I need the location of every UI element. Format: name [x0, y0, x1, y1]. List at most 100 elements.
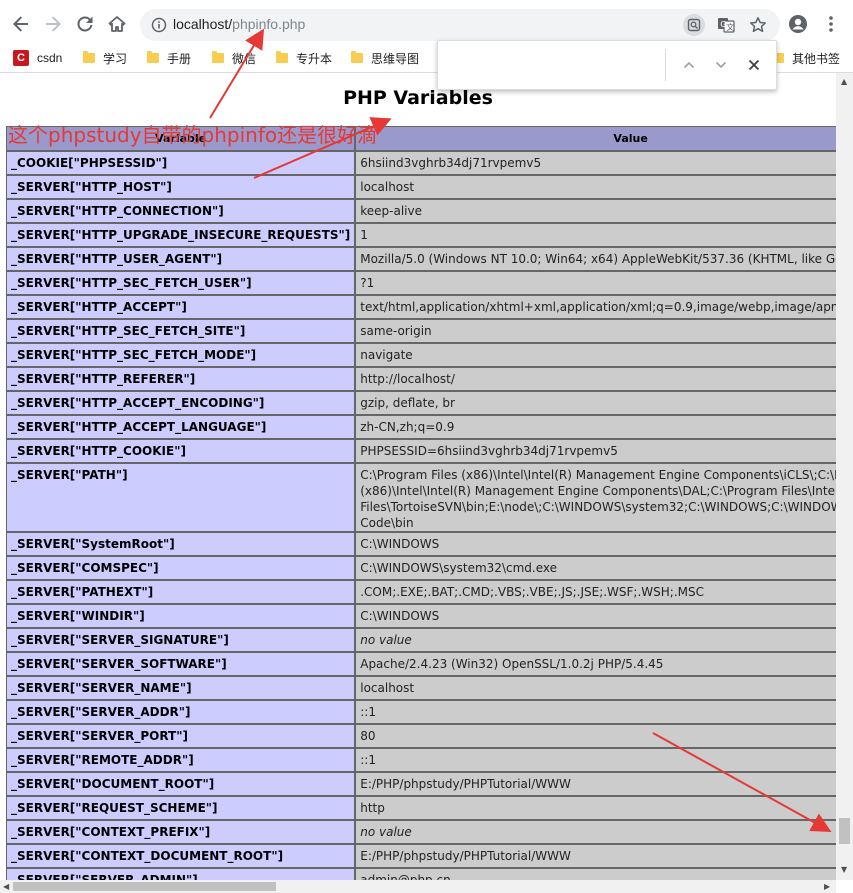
bookmark-folder-study[interactable]: 学习	[83, 48, 127, 68]
table-row: _SERVER["SERVER_ADDR"]::1	[6, 700, 836, 724]
variable-value-cell: keep-alive	[355, 199, 836, 223]
info-icon[interactable]	[151, 17, 167, 33]
variable-value-cell: .COM;.EXE;.BAT;.CMD;.VBS;.VBE;.JS;.JSE;.…	[355, 580, 836, 604]
variable-value-cell: no value	[355, 820, 836, 844]
find-bar	[437, 40, 777, 90]
bookmark-folder-wechat[interactable]: 微信	[212, 48, 256, 68]
variable-name-cell: _SERVER["SERVER_PORT"]	[6, 724, 356, 748]
page-content: PHP Variables 这个phpstudy自带的phpinfo还是很好滴 …	[0, 73, 836, 880]
address-bar[interactable]: localhost/phpinfo.php G文	[140, 9, 780, 41]
menu-icon[interactable]	[820, 13, 842, 35]
table-row: _SERVER["SystemRoot"] C:\WINDOWS	[6, 532, 836, 556]
translate-icon[interactable]: G文	[715, 14, 737, 36]
variable-name-cell: _SERVER["SERVER_SOFTWARE"]	[6, 652, 356, 676]
bookmark-other[interactable]: 其他书签	[772, 48, 840, 68]
variable-value-cell: Apache/2.4.23 (Win32) OpenSSL/1.0.2j PHP…	[355, 652, 836, 676]
bookmark-label: 学习	[103, 51, 128, 66]
variable-name-cell: _SERVER["HTTP_SEC_FETCH_MODE"]	[6, 343, 356, 367]
scroll-up-arrow-icon[interactable]: ▲	[841, 77, 847, 86]
variable-value-cell: localhost	[355, 676, 836, 700]
table-row: _SERVER["REMOTE_ADDR"]::1	[6, 748, 836, 772]
horizontal-scrollbar[interactable]: ◀ ▶	[0, 880, 836, 893]
variable-value-cell: C:\WINDOWS\system32\cmd.exe	[355, 556, 836, 580]
find-next-icon[interactable]	[709, 53, 733, 77]
bookmark-csdn[interactable]: C csdn	[13, 48, 62, 68]
variable-value-cell: ?1	[355, 271, 836, 295]
svg-text:文: 文	[726, 22, 734, 32]
variable-value-cell: C:\WINDOWS	[355, 532, 836, 556]
variable-value-cell: http	[355, 796, 836, 820]
folder-icon	[212, 51, 224, 63]
table-row: _SERVER["HTTP_USER_AGENT"] Mozilla/5.0 (W…	[6, 247, 836, 271]
variable-name-cell: _SERVER["COMSPEC"]	[6, 556, 356, 580]
table-row: _SERVER["HTTP_REFERER"] http://localhost/	[6, 367, 836, 391]
home-icon[interactable]	[105, 12, 129, 36]
variable-value-cell: same-origin	[355, 319, 836, 343]
url-text[interactable]: localhost/phpinfo.php	[173, 16, 305, 32]
reload-icon[interactable]	[73, 12, 97, 36]
scroll-left-arrow-icon[interactable]: ◀	[3, 882, 9, 891]
table-row: _COOKIE["PHPSESSID"] 6hsiind3vghrb34dj71r…	[6, 151, 836, 175]
variable-name-cell: _SERVER["HTTP_CONNECTION"]	[6, 199, 356, 223]
table-row: _SERVER["PATH"] C:\Program Files (x86)\In…	[6, 463, 836, 532]
forward-icon[interactable]	[41, 12, 65, 36]
variable-name-cell: _COOKIE["PHPSESSID"]	[6, 151, 356, 175]
table-row: _SERVER["SERVER_NAME"] localhost	[6, 676, 836, 700]
folder-icon	[83, 51, 95, 63]
variable-value-cell: PHPSESSID=6hsiind3vghrb34dj71rvpemv5	[355, 439, 836, 463]
scroll-down-arrow-icon[interactable]: ▼	[841, 865, 847, 874]
bookmark-folder-mindmap[interactable]: 思维导图	[351, 48, 419, 68]
table-row: _SERVER["SERVER_SOFTWARE"] Apache/2.4.23 …	[6, 652, 836, 676]
table-row: _SERVER["REQUEST_SCHEME"] http	[6, 796, 836, 820]
bookmark-folder-upgrade[interactable]: 专升本	[276, 48, 332, 68]
variable-name-cell: _SERVER["SERVER_ADDR"]	[6, 700, 356, 724]
vertical-scrollbar[interactable]: ▲ ▼	[836, 73, 853, 880]
table-row: _SERVER["SERVER_SIGNATURE"] no value	[6, 628, 836, 652]
variable-value-cell: gzip, deflate, br	[355, 391, 836, 415]
table-row: _SERVER["HTTP_COOKIE"] PHPSESSID=6hsiind3…	[6, 439, 836, 463]
variable-name-cell: _SERVER["HTTP_ACCEPT"]	[6, 295, 356, 319]
variable-value-cell: text/html,application/xhtml+xml,applicat…	[355, 295, 836, 319]
variable-name-cell: _SERVER["SERVER_ADMIN"]	[6, 868, 356, 880]
variables-table: Variable Value _COOKIE["PHPSESSID"] 6hsii…	[6, 126, 836, 880]
variable-name-cell: _SERVER["HTTP_COOKIE"]	[6, 439, 356, 463]
profile-icon[interactable]	[787, 13, 809, 35]
table-row: _SERVER["COMSPEC"] C:\WINDOWS\system32\cm…	[6, 556, 836, 580]
scroll-right-arrow-icon[interactable]: ▶	[824, 882, 830, 891]
find-input[interactable]	[446, 49, 660, 81]
table-row: _SERVER["HTTP_ACCEPT"] text/html,applicat…	[6, 295, 836, 319]
variable-name-cell: _SERVER["DOCUMENT_ROOT"]	[6, 772, 356, 796]
variable-name-cell: _SERVER["HTTP_HOST"]	[6, 175, 356, 199]
table-row: _SERVER["HTTP_SEC_FETCH_USER"] ?1	[6, 271, 836, 295]
page-title: PHP Variables	[343, 87, 493, 109]
bookmark-label: csdn	[37, 51, 63, 65]
bookmark-label: 专升本	[296, 51, 333, 66]
back-icon[interactable]	[9, 12, 33, 36]
variable-name-cell: _SERVER["SystemRoot"]	[6, 532, 356, 556]
variable-name-cell: _SERVER["SERVER_SIGNATURE"]	[6, 628, 356, 652]
search-lens-icon[interactable]	[683, 14, 705, 36]
find-close-icon[interactable]	[742, 53, 766, 77]
table-row: _SERVER["HTTP_ACCEPT_LANGUAGE"] zh-CN,zh;…	[6, 415, 836, 439]
table-row: _SERVER["HTTP_SEC_FETCH_MODE"] navigate	[6, 343, 836, 367]
url-path: phpinfo.php	[232, 16, 306, 32]
variable-name-cell: _SERVER["HTTP_SEC_FETCH_USER"]	[6, 271, 356, 295]
star-icon[interactable]	[747, 14, 769, 36]
table-row: _SERVER["SERVER_ADMIN"] admin@php.cn	[6, 868, 836, 880]
table-row: _SERVER["HTTP_HOST"] localhost	[6, 175, 836, 199]
horizontal-scroll-thumb[interactable]	[13, 882, 276, 891]
variable-value-cell: navigate	[355, 343, 836, 367]
find-previous-icon[interactable]	[677, 53, 701, 77]
table-row: _SERVER["SERVER_PORT"] 80	[6, 724, 836, 748]
bookmark-label: 思维导图	[371, 51, 420, 66]
bookmark-folder-manual[interactable]: 手册	[147, 48, 191, 68]
variable-value-cell: Mozilla/5.0 (Windows NT 10.0; Win64; x64…	[355, 247, 836, 271]
table-row: _SERVER["HTTP_SEC_FETCH_SITE"] same-origi…	[6, 319, 836, 343]
csdn-logo-icon: C	[13, 50, 29, 66]
variable-value-cell: localhost	[355, 175, 836, 199]
vertical-scroll-thumb[interactable]	[839, 818, 850, 844]
folder-icon	[351, 51, 363, 63]
table-row: _SERVER["CONTEXT_PREFIX"] no value	[6, 820, 836, 844]
variable-name-cell: _SERVER["REMOTE_ADDR"]	[6, 748, 356, 772]
variable-name-cell: _SERVER["HTTP_ACCEPT_LANGUAGE"]	[6, 415, 356, 439]
